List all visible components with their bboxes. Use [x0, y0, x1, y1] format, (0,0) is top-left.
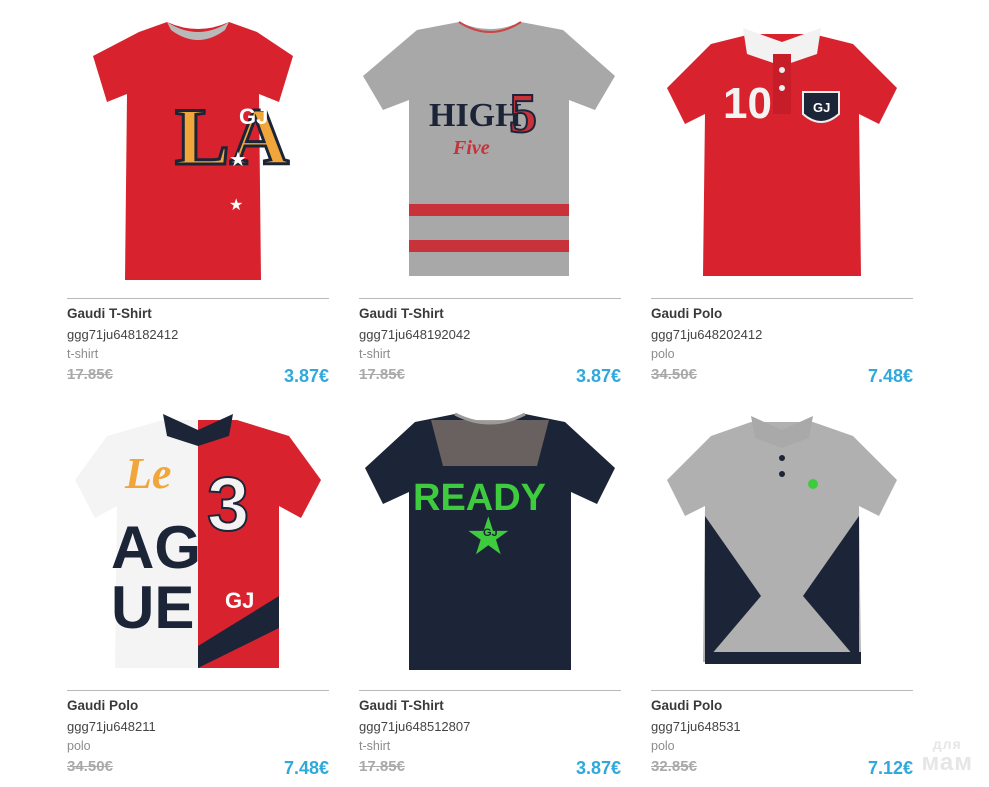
- print-gj: GJ: [239, 104, 268, 129]
- polo-image: 10 GJ: [667, 28, 897, 276]
- sale-price: 3.87€: [575, 366, 621, 386]
- old-price: 17.85€: [359, 758, 405, 775]
- product-sku: ggg71ju648192042: [359, 327, 471, 342]
- polo-image: Le AG UE 3 GJ: [75, 414, 321, 668]
- product-image-white-red-league-polo[interactable]: Le AG UE 3 GJ: [67, 406, 329, 678]
- divider: [67, 298, 329, 299]
- sale-price: 3.87€: [575, 758, 621, 778]
- tshirt-image: READY ★ GJ: [365, 412, 615, 670]
- print-gj: GJ: [225, 588, 254, 613]
- product-category: t-shirt: [359, 739, 391, 753]
- print-le: Le: [124, 449, 171, 498]
- print-gj: GJ: [813, 100, 830, 115]
- svg-text:★: ★: [229, 149, 247, 171]
- old-price: 32.85€: [651, 758, 697, 775]
- svg-text:★: ★: [229, 197, 243, 214]
- sale-price: 7.12€: [867, 758, 913, 778]
- product-name[interactable]: Gaudi Polo: [651, 306, 722, 321]
- tshirt-image: HIGH 5 Five: [363, 21, 615, 276]
- product-name[interactable]: Gaudi T-Shirt: [359, 698, 444, 713]
- print-high: HIGH: [429, 97, 522, 134]
- divider: [359, 690, 621, 691]
- product-category: polo: [67, 739, 91, 753]
- product-image-red-la-tshirt[interactable]: LA GJ ★ ★: [67, 14, 329, 286]
- product-image-red-10-polo[interactable]: 10 GJ: [651, 14, 913, 286]
- old-price: 34.50€: [67, 758, 113, 775]
- print-5: 5: [509, 83, 537, 145]
- product-sku: ggg71ju648202412: [651, 327, 763, 342]
- product-sku: ggg71ju648211: [67, 719, 156, 734]
- print-five: Five: [452, 137, 490, 159]
- print-10: 10: [723, 79, 772, 128]
- product-name[interactable]: Gaudi T-Shirt: [67, 306, 152, 321]
- product-name[interactable]: Gaudi T-Shirt: [359, 306, 444, 321]
- product-sku: ggg71ju648531: [651, 719, 741, 734]
- divider: [67, 690, 329, 691]
- product-image-grey-navy-polo[interactable]: [651, 406, 913, 678]
- old-price: 34.50€: [651, 366, 697, 383]
- sale-price: 7.48€: [867, 366, 913, 386]
- product-category: t-shirt: [67, 347, 99, 361]
- old-price: 17.85€: [67, 366, 113, 383]
- product-name[interactable]: Gaudi Polo: [67, 698, 138, 713]
- polo-image: [667, 416, 897, 664]
- product-category: polo: [651, 739, 675, 753]
- product-image-navy-ready-tshirt[interactable]: READY ★ GJ: [359, 406, 621, 678]
- product-category: t-shirt: [359, 347, 391, 361]
- watermark-logo: для мам: [921, 737, 973, 775]
- sale-price: 3.87€: [283, 366, 329, 386]
- print-gj: GJ: [483, 527, 498, 539]
- watermark-line2: мам: [921, 749, 973, 776]
- print-3: 3: [207, 462, 249, 547]
- divider: [651, 298, 913, 299]
- sale-price: 7.48€: [283, 758, 329, 778]
- tshirt-image: LA GJ ★ ★: [93, 22, 293, 280]
- print-ag: AG: [111, 514, 201, 581]
- print-ue: UE: [111, 574, 194, 641]
- divider: [651, 690, 913, 691]
- product-name[interactable]: Gaudi Polo: [651, 698, 722, 713]
- divider: [359, 298, 621, 299]
- product-grid: LA GJ ★ ★ Gaudi T-Shirt ggg71ju648182412…: [0, 0, 989, 787]
- old-price: 17.85€: [359, 366, 405, 383]
- product-category: polo: [651, 347, 675, 361]
- product-image-grey-high-five-tshirt[interactable]: HIGH 5 Five: [359, 14, 621, 286]
- product-sku: ggg71ju648512807: [359, 719, 471, 734]
- product-sku: ggg71ju648182412: [67, 327, 179, 342]
